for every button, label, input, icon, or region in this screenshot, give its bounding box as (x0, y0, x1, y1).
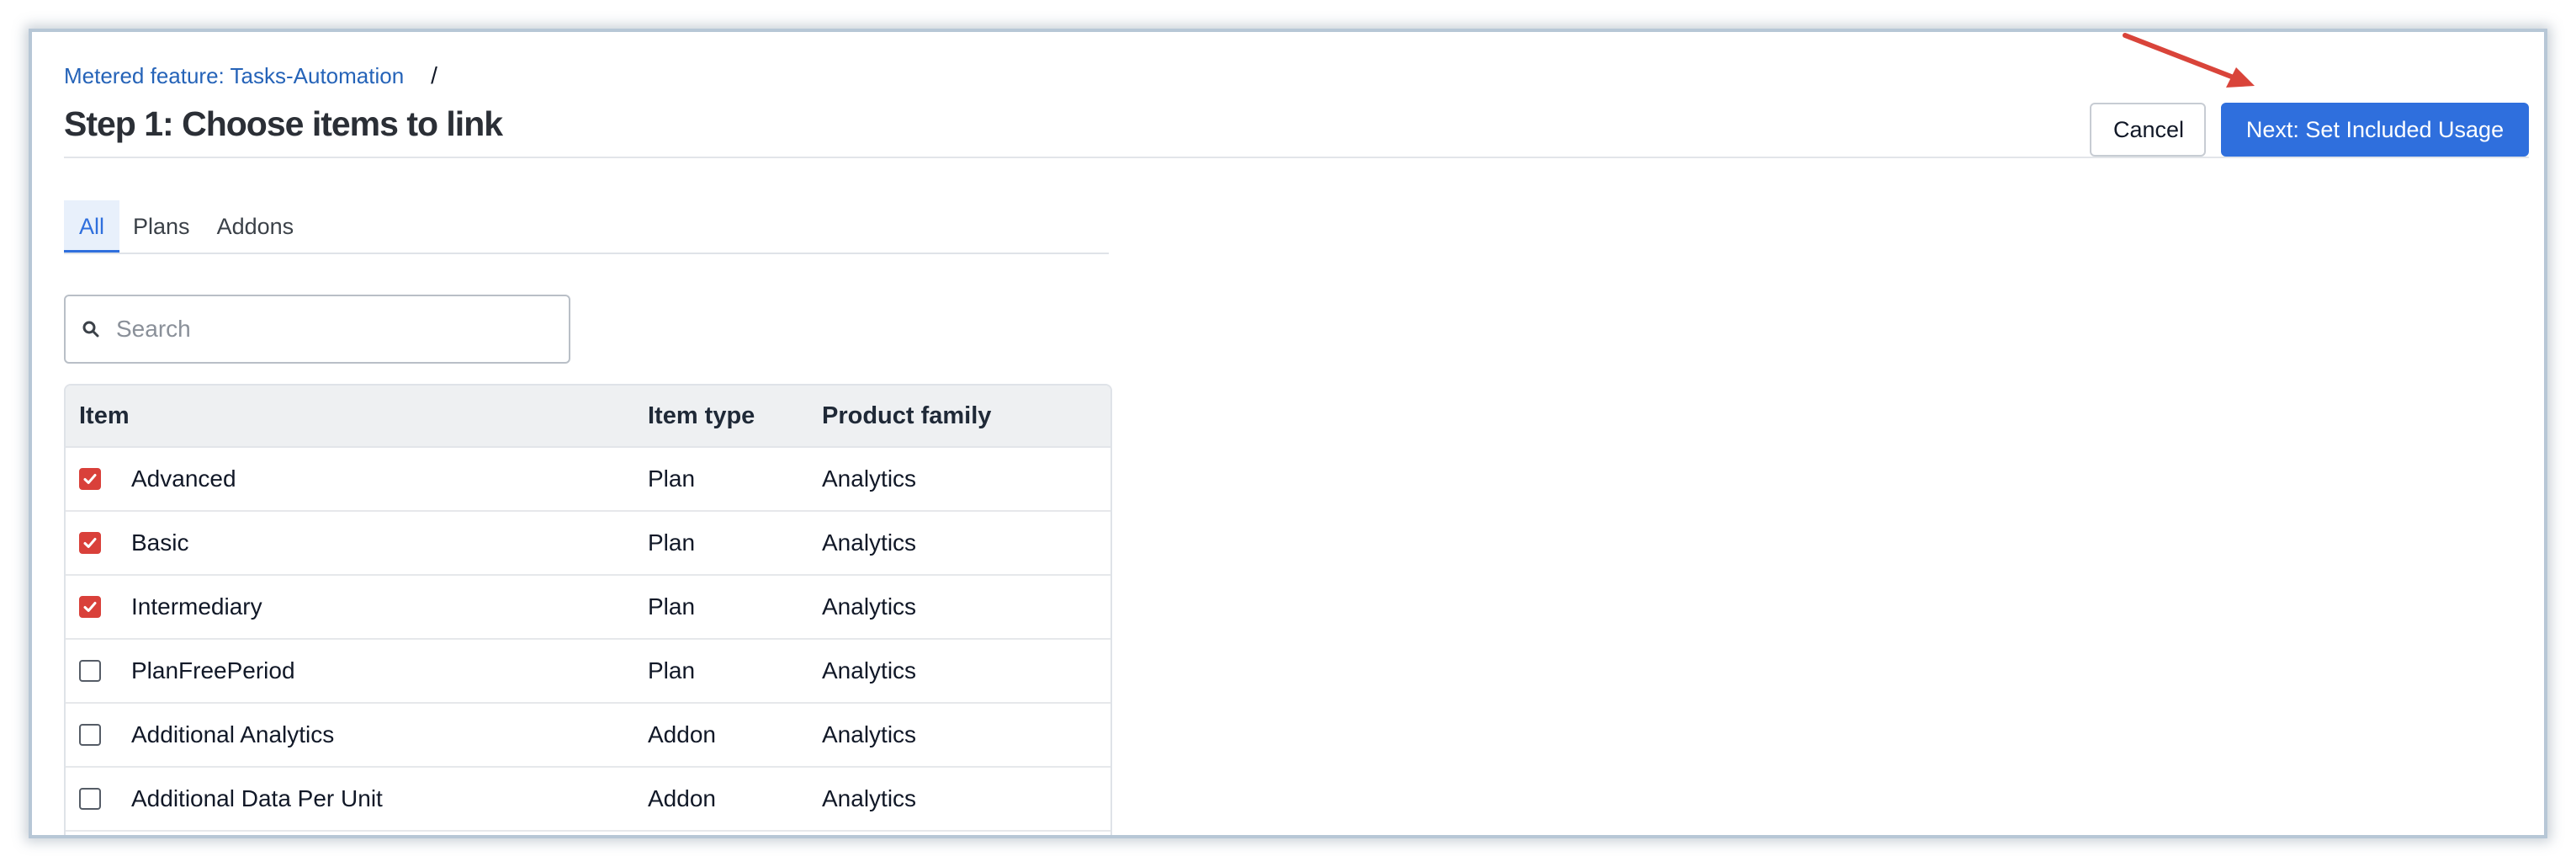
check-icon (83, 602, 97, 612)
table-row[interactable]: Advanced Plan Analytics (66, 448, 1110, 512)
row-checkbox[interactable] (79, 532, 101, 554)
item-type: Plan (648, 593, 696, 620)
row-checkbox[interactable] (79, 724, 101, 746)
row-checkbox[interactable] (79, 468, 101, 490)
next-set-included-usage-button[interactable]: Next: Set Included Usage (2221, 103, 2529, 157)
product-family: Analytics (822, 785, 917, 811)
check-icon (83, 474, 97, 484)
page-title: Step 1: Choose items to link (64, 104, 503, 143)
breadcrumb: Metered feature: Tasks-Automation / (64, 62, 437, 89)
breadcrumb-separator: / (431, 62, 437, 88)
cancel-button[interactable]: Cancel (2090, 103, 2206, 157)
table-row[interactable]: Additional Data Per Unit Addon Analytics (66, 768, 1110, 832)
product-family: Analytics (822, 657, 917, 683)
search-input[interactable] (116, 316, 554, 343)
column-header-item-type: Item type (648, 402, 755, 429)
tab-all[interactable]: All (64, 200, 120, 253)
item-type: Plan (648, 657, 696, 683)
items-table: Item Item type Product family Advanced P… (64, 384, 1112, 835)
table-row[interactable]: Additional Analytics Addon Analytics (66, 704, 1110, 768)
table-row[interactable]: Intermediary Plan Analytics (66, 576, 1110, 640)
product-family: Analytics (822, 593, 917, 620)
item-name: Additional Analytics (131, 721, 335, 747)
row-checkbox[interactable] (79, 596, 101, 618)
item-name: Additional Data Per Unit (131, 785, 383, 811)
item-type: Addon (648, 721, 716, 747)
item-name: Advanced (131, 465, 236, 492)
product-family: Analytics (822, 721, 917, 747)
search-icon (82, 321, 99, 338)
header-actions: Cancel Next: Set Included Usage (2090, 103, 2529, 157)
item-type: Plan (648, 465, 696, 492)
item-name: Intermediary (131, 593, 262, 620)
row-checkbox[interactable] (79, 660, 101, 682)
search-box (64, 295, 570, 364)
item-name: PlanFreePeriod (131, 657, 295, 683)
table-row[interactable]: Basic Plan Analytics (66, 512, 1110, 576)
row-checkbox[interactable] (79, 788, 101, 810)
page-header: Metered feature: Tasks-Automation / Step… (64, 47, 2529, 173)
item-type: Plan (648, 529, 696, 556)
breadcrumb-link-metered-feature[interactable]: Metered feature: Tasks-Automation (64, 63, 404, 89)
tab-plans[interactable]: Plans (119, 200, 204, 253)
table-row[interactable]: PlanFreePeriod Plan Analytics (66, 640, 1110, 704)
table-header: Item Item type Product family (66, 386, 1110, 448)
column-header-item: Item (79, 402, 130, 429)
check-icon (83, 538, 97, 548)
product-family: Analytics (822, 529, 917, 556)
item-name: Basic (131, 529, 189, 556)
product-family: Analytics (822, 465, 917, 492)
column-header-product-family: Product family (822, 402, 992, 429)
header-divider (64, 157, 2529, 158)
item-type: Addon (648, 785, 716, 811)
item-type-tabs: All Plans Addons (64, 200, 1109, 254)
table-row-partial (66, 832, 1110, 835)
page-frame: Metered feature: Tasks-Automation / Step… (29, 29, 2547, 838)
tab-addons[interactable]: Addons (204, 200, 308, 253)
